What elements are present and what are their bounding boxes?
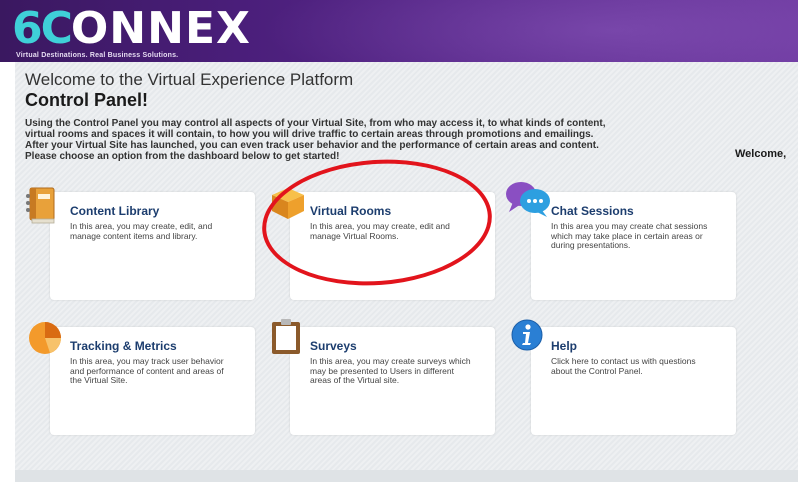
card-description: In this area you may create chat session… <box>551 221 708 250</box>
card-description: In this area, you may create surveys whi… <box>310 356 471 385</box>
card-chat-sessions[interactable]: Chat Sessions In this area you may creat… <box>531 192 736 300</box>
intro-text: Using the Control Panel you may control … <box>25 118 725 162</box>
logo-word: ONNEX <box>70 3 251 54</box>
card-title: Surveys <box>310 339 357 353</box>
welcome-heading: Welcome to the Virtual Experience Platfo… <box>25 70 354 89</box>
card-tracking-metrics[interactable]: Tracking & Metrics In this area, you may… <box>50 327 255 435</box>
intro-line: After your Virtual Site has launched, yo… <box>25 140 599 151</box>
header-banner: 6C ONNEX Virtual Destinations. Real Busin… <box>0 0 798 62</box>
card-description: Click here to contact us with questions … <box>551 356 696 376</box>
card-title: Content Library <box>70 204 160 218</box>
tagline: Virtual Destinations. Real Business Solu… <box>16 52 179 59</box>
info-icon <box>510 318 544 352</box>
welcome-user: Welcome, <box>735 148 787 160</box>
card-description: In this area, you may track user behavio… <box>70 356 224 385</box>
logo-six: 6C <box>12 3 73 54</box>
intro-line: virtual rooms and spaces it will contain… <box>25 129 594 140</box>
card-title: Help <box>551 339 578 353</box>
book-icon <box>24 186 58 226</box>
intro-line: Using the Control Panel you may control … <box>25 118 606 129</box>
card-content-library[interactable]: Content Library In this area, you may cr… <box>50 192 255 300</box>
card-description: In this area, you may create, edit, and … <box>70 221 213 241</box>
chat-bubbles-icon <box>505 180 551 218</box>
page-title: Control Panel! <box>25 90 149 110</box>
card-surveys[interactable]: Surveys In this area, you may create sur… <box>290 327 495 435</box>
pie-chart-icon <box>26 320 64 356</box>
footer-bar <box>15 470 798 482</box>
card-title: Chat Sessions <box>551 204 634 218</box>
card-help[interactable]: Help Click here to contact us with quest… <box>531 327 736 435</box>
header-swoosh <box>260 0 798 62</box>
clipboard-icon <box>270 318 302 356</box>
logo[interactable]: 6C ONNEX <box>12 3 251 51</box>
card-title: Tracking & Metrics <box>70 339 177 353</box>
